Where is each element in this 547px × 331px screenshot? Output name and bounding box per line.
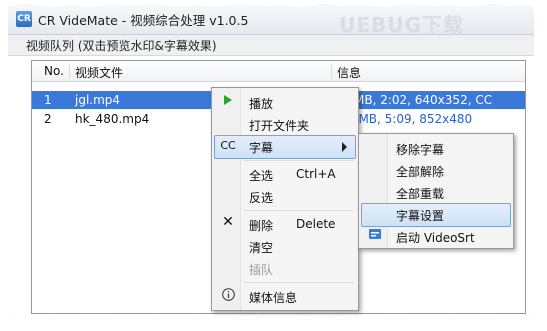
menu-item-clear[interactable]: 清空 (214, 235, 356, 257)
window-title: CR VideMate - 视频综合处理 v1.0.5 (38, 12, 249, 28)
menu-item-delete[interactable]: ✕ 删除 Delete (214, 213, 356, 235)
column-no[interactable]: No. (44, 64, 64, 78)
list-header: No. 视频文件 信息 (32, 61, 525, 82)
menu-item-open-folder[interactable]: 打开文件夹 (214, 113, 356, 135)
menu-item-invert-selection[interactable]: 反选 (214, 185, 356, 207)
close-icon: ✕ (222, 214, 234, 230)
app-logo-icon: CR (16, 11, 32, 27)
play-icon (220, 94, 236, 108)
row-info: MB, 2:02, 640x352, CC (354, 93, 493, 107)
menu-item-media-info[interactable]: 媒体信息 (214, 285, 356, 307)
info-icon (220, 288, 236, 304)
menu-item-subtitle[interactable]: CC 字幕 (214, 135, 356, 159)
row-no: 1 (44, 93, 52, 107)
submenu-item-reload-all[interactable]: 全部重载 (361, 181, 511, 203)
row-info: 3 MB, 5:09, 852x480 (347, 112, 473, 126)
menu-item-select-all[interactable]: 全选 Ctrl+A (214, 163, 356, 185)
row-file: hk_480.mp4 (75, 112, 150, 126)
column-info[interactable]: 信息 (337, 64, 361, 81)
title-bar[interactable]: CR CR VideMate - 视频综合处理 v1.0.5 UEBUG下载 (8, 4, 534, 35)
submenu-item-remove-subtitle[interactable]: 移除字幕 (361, 137, 511, 159)
submenu-arrow-icon (342, 142, 347, 152)
watermark: UEBUG下载 (339, 13, 464, 37)
menu-item-play[interactable]: 播放 (214, 91, 356, 113)
submenu-item-launch-videosrt[interactable]: 启动 VideoSrt (361, 225, 511, 247)
menu-item-insert-queue: 插队 (249, 263, 274, 277)
submenu-item-subtitle-settings[interactable]: 字幕设置 (361, 203, 511, 227)
subtitle-submenu: 移除字幕 全部解除 全部重载 字幕设置 启动 VideoSrt (358, 133, 514, 249)
cc-icon: CC (220, 139, 236, 152)
row-no: 2 (44, 112, 52, 126)
context-menu: 播放 打开文件夹 CC 字幕 全选 Ctrl+A 反选 ✕ 删除 Delete … (211, 87, 359, 311)
row-file: jgl.mp4 (75, 93, 121, 107)
videosrt-icon (367, 228, 383, 243)
column-file[interactable]: 视频文件 (75, 64, 123, 81)
submenu-item-unbind-all[interactable]: 全部解除 (361, 159, 511, 181)
queue-group-label: 视频队列 (双击预览水印&字幕效果) (8, 35, 534, 56)
